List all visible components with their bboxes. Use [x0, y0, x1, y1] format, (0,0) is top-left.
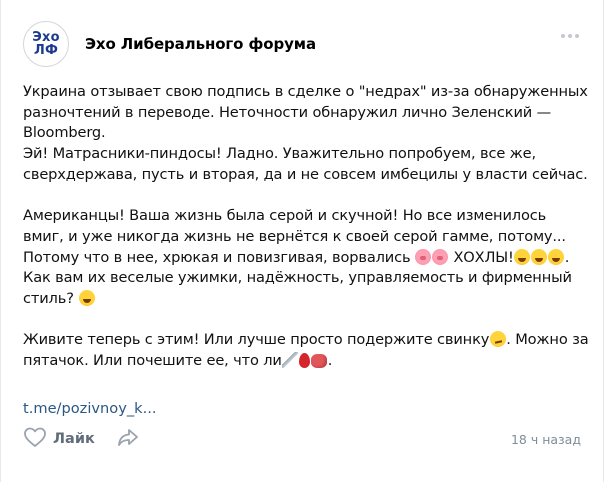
tears-of-joy-emoji [548, 248, 565, 265]
author-name[interactable]: Эхо Либерального форума [85, 35, 316, 53]
avatar[interactable]: Эхо ЛФ [23, 21, 69, 67]
post-footer: Лайк 18 ч назад [23, 426, 581, 452]
tears-of-joy-emoji [78, 290, 95, 307]
tears-of-joy-emoji [531, 248, 548, 265]
avatar-line-2: ЛФ [33, 43, 59, 58]
paragraph-4-part-c: . [327, 352, 333, 370]
tears-of-joy-emoji [514, 248, 531, 265]
post-header: Эхо ЛФ Эхо Либерального форума [23, 20, 583, 68]
like-label: Лайк [53, 431, 95, 447]
paragraph-4: Живите теперь с этим! Или лучше просто п… [23, 330, 591, 371]
drop-of-blood-emoji [299, 353, 311, 369]
paragraph-2: Эй! Матрасники-пиндосы! Ладно. Уважитель… [23, 145, 588, 183]
paragraph-3: Американцы! Ваша жизнь была серой и скуч… [23, 206, 591, 310]
post-link[interactable]: t.me/pozivnoy_k... [23, 400, 157, 417]
smirking-face-emoji [489, 331, 506, 348]
post-card: Эхо ЛФ Эхо Либерального форума Украина о… [0, 0, 604, 482]
paragraph-3-part-b: ХОХЛЫ! [448, 248, 514, 266]
like-button[interactable]: Лайк [23, 426, 95, 453]
pig-face-emoji [432, 248, 449, 265]
paragraph-4-part-a: Живите теперь с этим! Или лучше просто п… [23, 331, 490, 349]
pig-face-emoji [415, 248, 432, 265]
heart-outline-icon [23, 426, 47, 453]
share-button[interactable] [117, 427, 139, 452]
share-arrow-icon [117, 427, 139, 452]
meat-emoji [311, 354, 328, 369]
more-dots-icon[interactable] [561, 34, 579, 38]
post-text: Украина отзывает свою подпись в сделке о… [23, 82, 591, 372]
paragraph-1: Украина отзывает свою подпись в сделке о… [23, 83, 588, 142]
knife-emoji [282, 352, 299, 369]
post-timestamp[interactable]: 18 ч назад [511, 432, 581, 447]
